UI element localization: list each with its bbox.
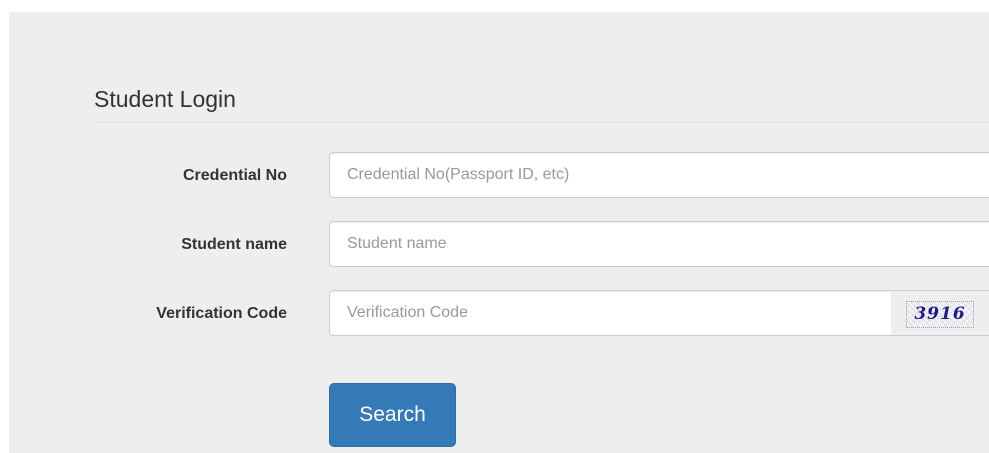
page-title: Student Login — [94, 86, 236, 112]
captcha-addon: 3916 — [891, 290, 989, 336]
title-divider — [94, 122, 989, 123]
credential-no-input[interactable] — [329, 152, 989, 198]
search-button[interactable]: Search — [329, 383, 456, 447]
verification-code-label: Verification Code — [156, 305, 287, 322]
captcha-image[interactable]: 3916 — [906, 301, 974, 328]
login-panel: Student Login Credential No Student name… — [9, 12, 989, 453]
student-name-label: Student name — [181, 236, 287, 253]
student-name-input[interactable] — [329, 221, 989, 267]
verification-code-input[interactable] — [329, 290, 893, 336]
credential-no-label: Credential No — [182, 167, 287, 184]
